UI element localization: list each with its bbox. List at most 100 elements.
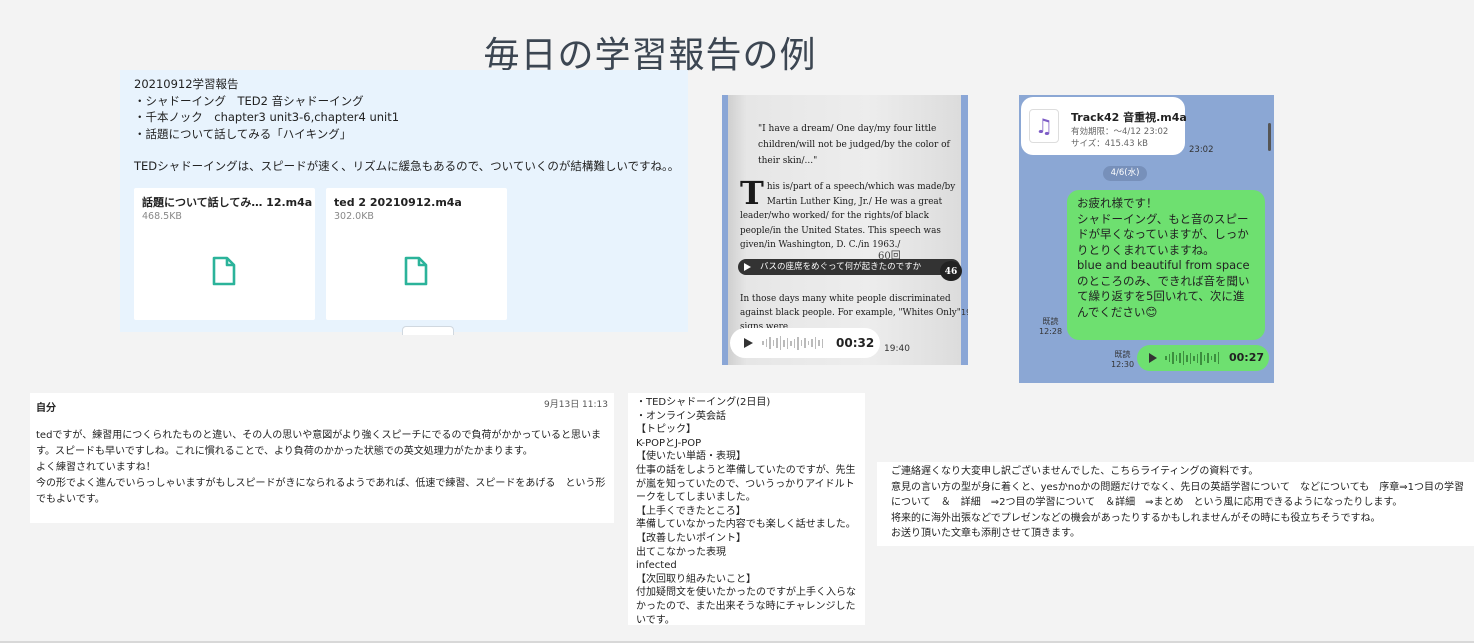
study-report-post: 20210912学習報告 ・シャドーイング TED2 音シャドーイング ・千本ノ… xyxy=(120,70,688,335)
message-line: 意見の言い方の型が身に着くと、yesかnoかの問題だけでなく、先日の英語学習につ… xyxy=(891,481,1464,509)
notes-line: 【トピック】 xyxy=(636,424,696,436)
notes-line: 付加疑問文を使いたかったのですが上手く入らなかったので、また出来そうな時にチャレ… xyxy=(636,587,856,626)
file-icon xyxy=(212,256,236,286)
waveform-bar xyxy=(800,340,802,346)
waveform-bar xyxy=(814,337,816,349)
notes-line: 【次回取り組みたいこと】 xyxy=(636,573,756,585)
report-line: 20210912学習報告 xyxy=(134,77,239,91)
waveform-bar xyxy=(1193,355,1195,361)
message-time: 19:40 xyxy=(884,344,910,354)
sender-name: 自分 xyxy=(36,403,56,414)
file-name: Track42 音重視.m4a xyxy=(1071,111,1187,124)
notes-line: 準備していなかった内容でも楽しく話せました。 xyxy=(636,519,856,531)
notes-line: 仕事の話をしようと準備していたのですが、先生が嵐を知っていたので、ついうっかりア… xyxy=(636,464,856,504)
waveform-bar xyxy=(1217,352,1219,364)
page-number: 19 xyxy=(961,308,968,317)
report-lines: 20210912学習報告 ・シャドーイング TED2 音シャドーイング ・千本ノ… xyxy=(134,76,674,142)
message-paragraph: 今の形でよく進んでいらっしゃいますがもしスピードがきになられるようであれば、低速… xyxy=(36,478,606,505)
message-line: お送り頂いた文章も添削させて頂きます。 xyxy=(891,528,1080,539)
audio-file-message[interactable]: ♫ Track42 音重視.m4a 有効期限：～4/12 23:02 サイズ：4… xyxy=(1021,97,1187,155)
notes-line: 【改善したいポイント】 xyxy=(636,532,746,544)
date-chip: 4/6(水) xyxy=(1103,166,1147,181)
read-time: 12:30 xyxy=(1111,360,1135,369)
file-icon xyxy=(404,256,428,286)
waveform-bar xyxy=(769,337,771,349)
waveform-bar xyxy=(793,338,795,348)
read-time: 12:28 xyxy=(1039,327,1063,336)
waveform-bar xyxy=(811,339,813,347)
textbook-paragraph: This is/part of a speech/which was made/… xyxy=(740,174,965,253)
notes-line: ・オンライン英会話 xyxy=(636,410,726,422)
read-receipt: 既読 12:28 xyxy=(1039,317,1062,337)
play-icon[interactable] xyxy=(744,338,753,348)
question-bar: バスの座席をめぐって何が起きたのですか xyxy=(738,259,960,275)
play-icon[interactable] xyxy=(1149,353,1157,363)
waveform-bar xyxy=(804,338,806,348)
notes-body: ・TEDシャドーイング(2日目) ・オンライン英会話 【トピック】 K-POPと… xyxy=(636,396,861,627)
message-body: ご連絡遅くなり大変申し訳ございませんでした、こちらライティングの資料です。 意見… xyxy=(891,464,1471,542)
chat-bubble: お疲れ様です！ シャドーイング、もと音のスピードが早くなっていますが、しっかりと… xyxy=(1067,190,1265,340)
file-attachment[interactable]: ted 2 20210912.m4a 302.0KB xyxy=(326,188,507,320)
waveform-bar xyxy=(762,341,764,345)
file-size: 468.5KB xyxy=(142,211,182,222)
waveform xyxy=(1165,351,1219,365)
voice-message[interactable]: 00:32 xyxy=(730,328,880,358)
notes-line: 出てこなかった表現 xyxy=(636,546,726,558)
waveform-bar xyxy=(1196,353,1198,363)
textbook-photo-message: "I have a dream/ One day/my four little … xyxy=(722,95,968,365)
bubble-line: お疲れ様です！ xyxy=(1077,196,1158,210)
message-body: tedですが、練習用につくられたものと違い、その人の思いや意図がより強くスピーチ… xyxy=(36,428,611,508)
message-line: 将来的に海外出張などでプレゼンなどの機会があったりするかもしれませんがその時にも… xyxy=(891,512,1381,524)
waveform-bar xyxy=(1203,355,1205,361)
read-label: 既読 xyxy=(1114,350,1131,359)
waveform-bar xyxy=(797,336,799,350)
textbook-page: "I have a dream/ One day/my four little … xyxy=(728,95,962,365)
textbook-quote: "I have a dream/ One day/my four little … xyxy=(758,124,950,166)
waveform-bar xyxy=(1165,356,1167,360)
waveform-bar xyxy=(765,339,767,347)
scrollbar[interactable] xyxy=(1268,123,1271,151)
waveform-bar xyxy=(1200,351,1202,365)
voice-message[interactable]: 00:27 xyxy=(1137,345,1269,371)
bubble-line: シャドーイング、もと音のスピードが早くなっていますが、しっかりとりくまれています… xyxy=(1077,211,1249,257)
waveform-bar xyxy=(821,338,823,348)
waveform-bar xyxy=(772,340,774,346)
notes-line: infected xyxy=(636,560,677,572)
drop-cap: T xyxy=(740,174,764,212)
file-expiry: 有効期限：～4/12 23:02 xyxy=(1071,127,1169,137)
notes-line: 【上手くできたところ】 xyxy=(636,505,746,517)
waveform-bar xyxy=(1168,354,1170,362)
notes-line: K-POPとJ-POP xyxy=(636,437,702,449)
waveform-bar xyxy=(1189,352,1191,364)
message-line: ご連絡遅くなり大変申し訳ございませんでした、こちらライティングの資料です。 xyxy=(891,466,1259,477)
waveform-bar xyxy=(1175,355,1177,361)
writing-feedback-message: ご連絡遅くなり大変申し訳ございませんでした、こちらライティングの資料です。 意見… xyxy=(877,462,1474,546)
notes-line: 【使いたい単語・表現】 xyxy=(636,451,746,463)
waveform-bar xyxy=(1172,352,1174,364)
file-size: サイズ：415.43 kB xyxy=(1071,139,1148,149)
file-attachment[interactable]: 話題について話してみ… 12.m4a 468.5KB xyxy=(134,188,315,320)
scroll-tab[interactable] xyxy=(402,326,454,335)
paragraph-text: his is/part of a speech/which was made/b… xyxy=(740,182,956,250)
message-time: 23:02 xyxy=(1189,145,1214,155)
report-line: ・話題について話してみる「ハイキング」 xyxy=(134,126,352,141)
voice-duration: 00:27 xyxy=(1229,351,1265,364)
report-line: ・千本ノック chapter3 unit3-6,chapter4 unit1 xyxy=(134,110,400,124)
track-number-badge: 46 xyxy=(940,261,962,281)
study-notes: ・TEDシャドーイング(2日目) ・オンライン英会話 【トピック】 K-POPと… xyxy=(628,393,865,627)
read-label: 既読 xyxy=(1042,317,1059,326)
bubble-line: blue and beautiful from spaceのところのみ、できれば… xyxy=(1077,258,1250,319)
feedback-message: 自分 9月13日 11:13 tedですが、練習用につくられたものと違い、その人… xyxy=(30,393,614,523)
waveform-bar xyxy=(807,341,809,345)
voice-duration: 00:32 xyxy=(836,336,875,350)
play-icon xyxy=(744,263,751,271)
waveform-bar xyxy=(1210,356,1212,360)
waveform-bar xyxy=(1182,351,1184,365)
read-receipt: 既読 12:30 xyxy=(1111,350,1134,370)
chat-screenshot: ♫ Track42 音重視.m4a 有効期限：～4/12 23:02 サイズ：4… xyxy=(1019,95,1274,383)
message-paragraph: tedですが、練習用につくられたものと違い、その人の思いや意図がより強くスピーチ… xyxy=(36,430,602,457)
message-paragraph: よく練習されていますね！ xyxy=(36,462,156,473)
waveform-bar xyxy=(818,340,820,346)
report-note: TEDシャドーイングは、スピードが速く、リズムに緩急もあるので、ついていくのが結… xyxy=(134,159,680,173)
waveform-bar xyxy=(1207,353,1209,363)
